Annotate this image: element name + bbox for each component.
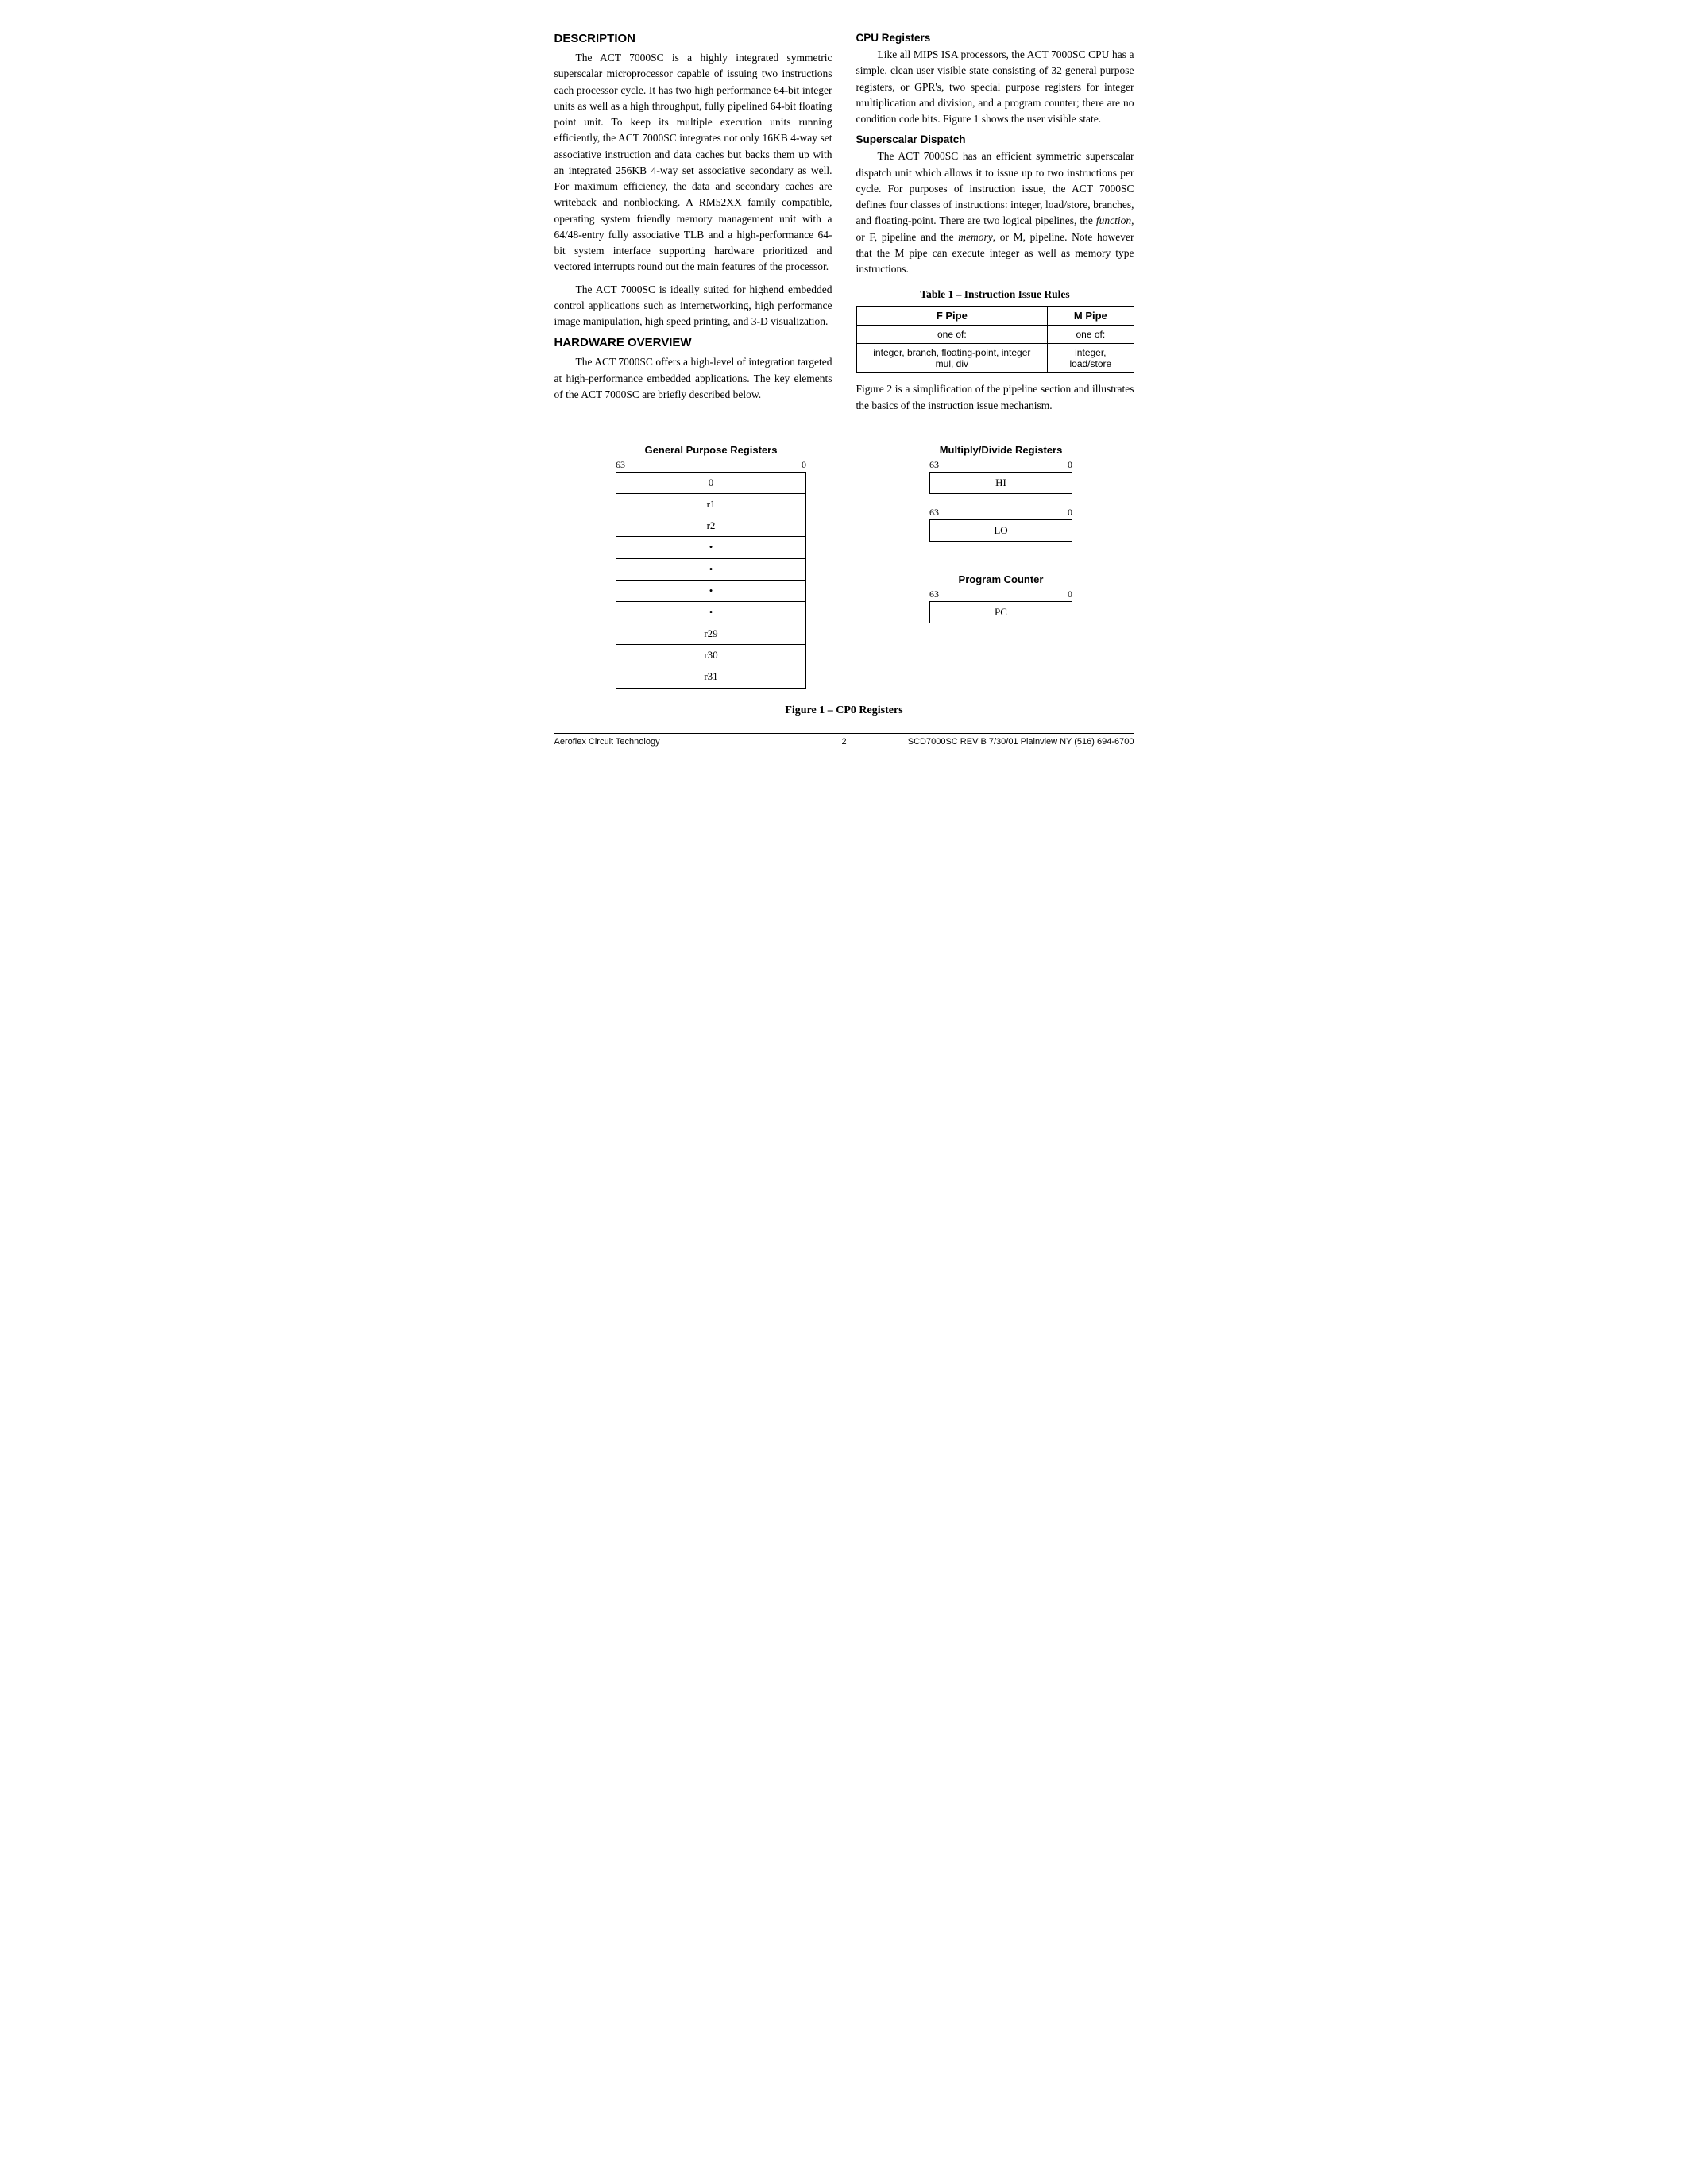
page: DESCRIPTION The ACT 7000SC is a highly i… [554,32,1134,747]
pc-bit-high: 63 [929,588,939,600]
table-header-mpipe: M Pipe [1048,307,1134,326]
footer-center: 2 [841,737,846,747]
hardware-overview-title: HARDWARE OVERVIEW [554,336,832,349]
hardware-overview-para: The ACT 7000SC offers a high-level of in… [554,354,832,403]
cpu-registers-title: CPU Registers [856,32,1134,44]
figure-2-paragraph: Figure 2 is a simplification of the pipe… [856,381,1134,414]
hi-bit-labels: 63 0 [929,459,1072,471]
right-registers: Multiply/Divide Registers 63 0 HI 63 0 L… [929,444,1072,624]
table-title: Table 1 – Instruction Issue Rules [856,288,1134,301]
figure-area: General Purpose Registers 63 0 0 r1 r2 •… [554,444,1134,689]
left-column: DESCRIPTION The ACT 7000SC is a highly i… [554,32,832,420]
gpr-row-r29: r29 [616,623,806,645]
description-para-2: The ACT 7000SC is ideally suited for hig… [554,282,832,330]
table-row1-mpipe: one of: [1048,326,1134,344]
table-row2-mpipe: integer, load/store [1048,344,1134,373]
gpr-row-dot2: • [616,559,806,581]
hi-bit-high: 63 [929,459,939,471]
lo-bit-low: 0 [1068,507,1072,519]
pc-title: Program Counter [959,573,1044,585]
footer-right: SCD7000SC REV B 7/30/01 Plainview NY (51… [908,737,1134,747]
table-row1-fpipe: one of: [856,326,1048,344]
lo-bit-high: 63 [929,507,939,519]
lo-register-box: LO [929,519,1072,542]
gpr-container: 0 r1 r2 • • • • r29 r30 r31 [616,472,806,689]
description-para-1: The ACT 7000SC is a highly integrated sy… [554,50,832,276]
pc-bit-low: 0 [1068,588,1072,600]
gpr-group: General Purpose Registers 63 0 0 r1 r2 •… [616,444,806,689]
gpr-row-r31: r31 [616,666,806,688]
two-column-layout: DESCRIPTION The ACT 7000SC is a highly i… [554,32,1134,420]
md-group: Multiply/Divide Registers 63 0 HI 63 0 L… [929,444,1072,554]
gpr-bit-labels: 63 0 [616,459,806,471]
gpr-row-r2: r2 [616,515,806,537]
table-row2-fpipe: integer, branch, floating-point, integer… [856,344,1048,373]
md-title: Multiply/Divide Registers [940,444,1063,456]
gpr-bit-low: 0 [802,459,806,471]
gpr-bit-high: 63 [616,459,625,471]
pc-group: Program Counter 63 0 PC [929,573,1072,623]
footer-wrapper: Aeroflex Circuit Technology 2 SCD7000SC … [554,737,1134,747]
gpr-row-r1: r1 [616,494,806,515]
instruction-issue-table: F Pipe M Pipe one of: one of: integer, b… [856,306,1134,373]
gpr-row-dot3: • [616,581,806,602]
pc-bit-labels: 63 0 [929,588,1072,600]
gpr-row-r30: r30 [616,645,806,666]
description-title: DESCRIPTION [554,32,832,45]
table-header-fpipe: F Pipe [856,307,1048,326]
hi-register-section: 63 0 HI [929,459,1072,494]
gpr-row-dot4: • [616,602,806,623]
gpr-title: General Purpose Registers [645,444,778,456]
right-column: CPU Registers Like all MIPS ISA processo… [856,32,1134,420]
gpr-row-0: 0 [616,472,806,494]
superscalar-dispatch-para: The ACT 7000SC has an efficient symmetri… [856,149,1134,277]
footer-left: Aeroflex Circuit Technology [554,737,660,747]
pc-register-box: PC [929,601,1072,623]
lo-bit-labels: 63 0 [929,507,1072,519]
cpu-registers-para: Like all MIPS ISA processors, the ACT 70… [856,47,1134,127]
hi-register-box: HI [929,472,1072,494]
gpr-row-dot1: • [616,537,806,558]
footer: Aeroflex Circuit Technology 2 SCD7000SC … [554,733,1134,747]
figure-caption: Figure 1 – CP0 Registers [554,704,1134,717]
hi-bit-low: 0 [1068,459,1072,471]
superscalar-dispatch-title: Superscalar Dispatch [856,133,1134,145]
lo-register-section: 63 0 LO [929,507,1072,542]
